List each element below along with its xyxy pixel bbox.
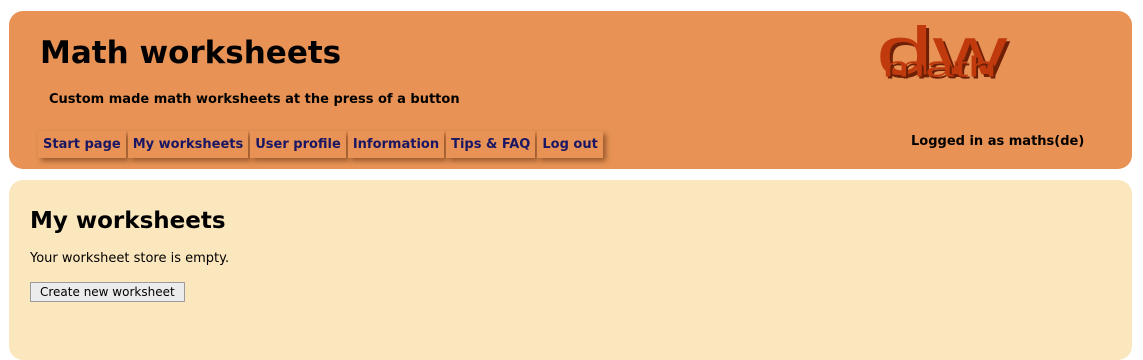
nav-start-page[interactable]: Start page xyxy=(38,131,126,158)
site-header: Math worksheets Custom made math workshe… xyxy=(9,11,1132,169)
page-title: My worksheets xyxy=(30,208,226,234)
nav-tips-faq[interactable]: Tips & FAQ xyxy=(446,131,536,158)
nav-user-profile[interactable]: User profile xyxy=(250,131,346,158)
dw-math-logo[interactable]: dw dw math math xyxy=(871,25,1091,110)
empty-store-message: Your worksheet store is empty. xyxy=(30,251,230,266)
main-nav: Start page My worksheets User profile In… xyxy=(38,131,603,158)
nav-log-out[interactable]: Log out xyxy=(537,131,603,158)
login-status: Logged in as maths(de) xyxy=(911,134,1085,149)
logo-bottom-text: math xyxy=(882,50,997,82)
main-content: My worksheets Your worksheet store is em… xyxy=(9,180,1132,360)
nav-my-worksheets[interactable]: My worksheets xyxy=(127,131,249,158)
nav-information[interactable]: Information xyxy=(347,131,445,158)
create-new-worksheet-button[interactable]: Create new worksheet xyxy=(30,282,185,302)
site-title: Math worksheets xyxy=(40,35,342,71)
site-tagline: Custom made math worksheets at the press… xyxy=(49,92,460,107)
